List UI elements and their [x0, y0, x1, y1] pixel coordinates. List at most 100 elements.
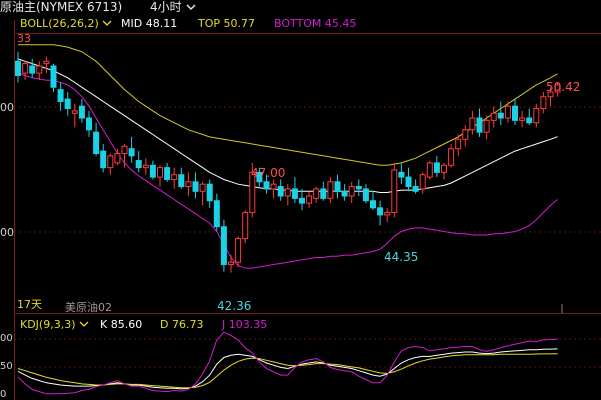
- candle-body: [192, 181, 199, 192]
- candle-down: [370, 191, 376, 211]
- boll-indicator-selector[interactable]: BOLL(26,26,2): [20, 18, 112, 30]
- candle-body: [455, 138, 462, 150]
- chevron-down-icon: [79, 319, 89, 331]
- price-annotation-high: 47.00: [251, 166, 286, 180]
- candle-body: [483, 119, 490, 133]
- candle-body: [398, 171, 405, 178]
- candle-up: [171, 167, 178, 189]
- boll-top-value: TOP 50.77: [198, 17, 255, 30]
- candle-body: [284, 188, 291, 197]
- kdj-k-value: K 85.60: [100, 318, 143, 331]
- candle-body: [476, 117, 483, 133]
- chart-canvas[interactable]: [0, 0, 601, 400]
- candle-body: [235, 238, 242, 263]
- candle-down: [220, 219, 227, 272]
- chart-window: 原油主(NYMEX 6713) 4小时 BOLL(26,26,2) MID 48…: [0, 0, 601, 400]
- candle-body: [370, 200, 376, 209]
- candle-up: [157, 165, 163, 187]
- candle-body: [135, 160, 142, 169]
- candle-down: [50, 63, 57, 92]
- boll-bottom-value: BOTTOM 45.45: [274, 17, 357, 30]
- kdj-axis-tick: 00: [0, 333, 13, 344]
- candle-up: [235, 236, 242, 267]
- candle-body: [377, 207, 384, 216]
- candle-body: [391, 169, 398, 214]
- candle-body: [419, 174, 426, 190]
- candle-body: [540, 96, 547, 110]
- candle-body: [270, 183, 277, 190]
- candle-down: [334, 174, 341, 199]
- candle-body: [178, 174, 185, 188]
- instrument-title: 原油主(NYMEX 6713): [0, 0, 123, 14]
- candle-up: [313, 186, 320, 204]
- candle-down: [178, 167, 185, 189]
- candle-down: [398, 162, 405, 185]
- candle-body: [533, 108, 540, 124]
- candle-down: [355, 179, 362, 196]
- candle-body: [469, 117, 476, 131]
- candle-up: [384, 207, 391, 222]
- candle-down: [412, 179, 419, 194]
- price-annotation-high: 50.42: [546, 80, 581, 94]
- boll-indicator-label: BOLL(26,26,2): [20, 17, 99, 30]
- candle-body: [362, 188, 369, 202]
- candle-down: [476, 108, 483, 137]
- candle-down: [362, 184, 369, 204]
- candle-up: [306, 191, 313, 208]
- candle-down: [526, 108, 533, 126]
- candle-body: [171, 174, 178, 180]
- candle-body: [299, 197, 305, 204]
- candle-up: [462, 125, 469, 147]
- chevron-down-icon: [102, 18, 112, 30]
- contract-label: 美原油02: [65, 301, 112, 314]
- candle-up: [327, 177, 334, 204]
- candle-body: [157, 167, 163, 178]
- price-annotation-low: 44.35: [384, 250, 419, 264]
- price-annotation-low: 42.36: [217, 299, 252, 313]
- candle-body: [320, 188, 327, 199]
- candle-body: [263, 181, 270, 190]
- candle-down: [29, 58, 36, 78]
- candle-body: [441, 164, 447, 173]
- candle-body: [114, 152, 121, 164]
- period-label: 4小时: [150, 0, 182, 14]
- candle-up: [22, 61, 29, 81]
- candle-down: [57, 82, 64, 111]
- kdj-d-value: D 76.73: [160, 318, 204, 331]
- axis-separator: [14, 20, 15, 400]
- boll-lines: [17, 44, 558, 269]
- candle-up: [540, 92, 547, 114]
- period-selector[interactable]: 4小时: [150, 1, 196, 14]
- candle-body: [334, 181, 341, 192]
- candle-body: [142, 164, 149, 169]
- kdj-indicator-selector[interactable]: KDJ(9,3,3): [20, 319, 89, 331]
- candle-body: [213, 200, 220, 228]
- candle-up: [426, 160, 433, 180]
- candle-down: [341, 184, 348, 201]
- candle-body: [121, 145, 128, 154]
- candle-body: [36, 65, 43, 74]
- candle-down: [206, 179, 213, 208]
- candle-down: [497, 101, 504, 126]
- candle-down: [86, 110, 92, 137]
- candle-down: [135, 151, 142, 173]
- candle-body: [490, 112, 497, 121]
- candle-body: [433, 162, 440, 173]
- candle-body: [86, 117, 92, 131]
- candle-body: [164, 167, 171, 180]
- candle-up: [490, 106, 497, 128]
- kdj-indicator-label: KDJ(9,3,3): [20, 318, 76, 331]
- candle-down: [100, 144, 107, 173]
- main-grid: [14, 106, 601, 313]
- kdj-lines: [17, 331, 558, 395]
- candle-body: [100, 150, 107, 169]
- candle-body: [220, 226, 227, 266]
- candle-body: [15, 60, 21, 76]
- candle-body: [313, 188, 320, 199]
- candle-body: [519, 117, 526, 121]
- candle-body: [57, 89, 64, 102]
- candle-down: [64, 92, 71, 116]
- candle-up: [242, 210, 249, 244]
- candle-body: [50, 65, 57, 88]
- legend-separator: [14, 33, 601, 34]
